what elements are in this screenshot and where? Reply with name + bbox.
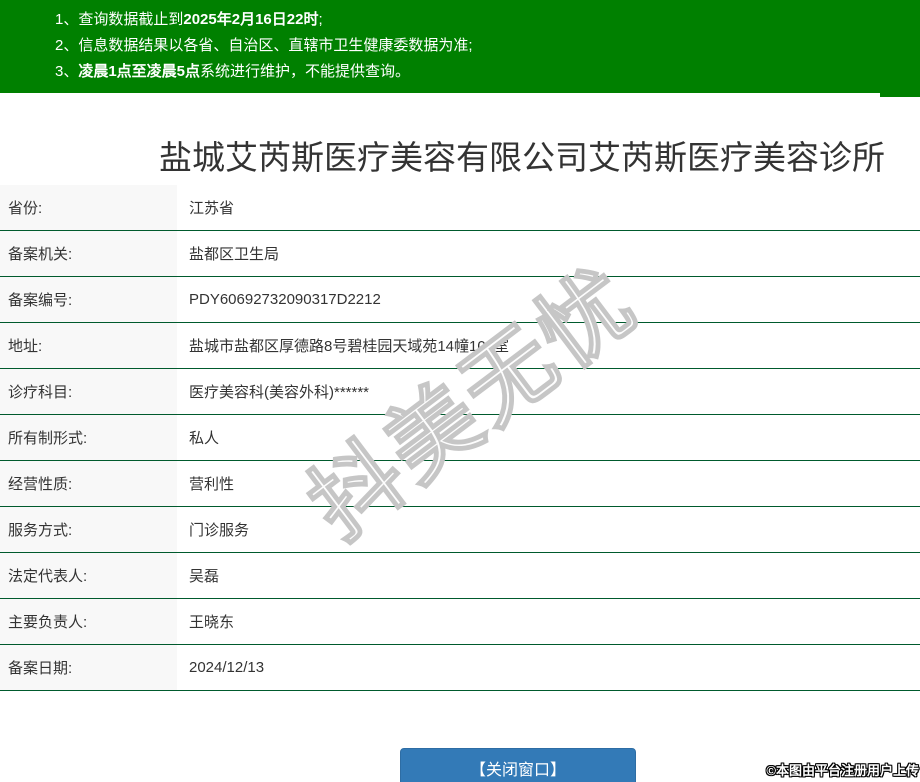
row-label: 备案机关: [0,231,177,276]
table-row-principal: 主要负责人: 王晓东 [0,599,920,645]
table-row-filing-authority: 备案机关: 盐都区卫生局 [0,231,920,277]
banner-overflow-fragment [880,93,920,97]
table-row-address: 地址: 盐城市盐都区厚德路8号碧桂园天域苑14幢103室 [0,323,920,369]
table-row-legal-representative: 法定代表人: 吴磊 [0,553,920,599]
page-title: 盐城艾芮斯医疗美容有限公司艾芮斯医疗美容诊所 [159,139,885,176]
row-label: 主要负责人: [0,599,177,644]
table-row-filing-date: 备案日期: 2024/12/13 [0,645,920,691]
row-label: 备案编号: [0,277,177,322]
notice-line-3: 3、凌晨1点至凌晨5点系统进行维护，不能提供查询。 [55,59,910,85]
row-label: 服务方式: [0,507,177,552]
row-value: 门诊服务 [189,522,250,539]
table-row-business-nature: 经营性质: 营利性 [0,461,920,507]
notice-1-suffix: ; [318,11,323,28]
table-row-service-mode: 服务方式: 门诊服务 [0,507,920,553]
notice-3-number: 3、 [55,63,79,80]
row-value: PDY60692732090317D2212 [189,291,381,308]
table-row-province: 省份: 江苏省 [0,185,920,231]
notice-2-text: 信息数据结果以各省、自治区、直辖市卫生健康委数据为准; [78,37,473,54]
row-value: 吴磊 [189,568,220,585]
info-table: 省份: 江苏省 备案机关: 盐都区卫生局 备案编号: PDY6069273209… [0,185,920,691]
row-label: 法定代表人: [0,553,177,598]
notice-1-text: 查询数据截止到 [78,11,184,28]
row-value: 江苏省 [189,200,235,217]
notice-1-bold: 2025年2月16日22时 [183,11,319,28]
row-label: 省份: [0,185,177,230]
notice-bar: 1、查询数据截止到2025年2月16日22时; 2、信息数据结果以各省、自治区、… [0,0,920,93]
row-value: 营利性 [189,476,235,493]
row-label: 地址: [0,323,177,368]
row-value: 盐城市盐都区厚德路8号碧桂园天域苑14幢103室 [189,338,510,355]
notice-line-2: 2、信息数据结果以各省、自治区、直辖市卫生健康委数据为准; [55,33,910,59]
row-label: 备案日期: [0,645,177,690]
table-row-medical-subjects: 诊疗科目: 医疗美容科(美容外科)****** [0,369,920,415]
close-window-button[interactable]: 【关闭窗口】 [400,748,636,782]
notice-3-bold: 凌晨1点至凌晨5点 [78,63,201,80]
table-row-ownership-form: 所有制形式: 私人 [0,415,920,461]
row-value: 王晓东 [189,614,235,631]
row-value: 私人 [189,430,220,447]
row-value: 2024/12/13 [189,659,265,676]
row-value: 盐都区卫生局 [189,246,280,263]
page: 1、查询数据截止到2025年2月16日22时; 2、信息数据结果以各省、自治区、… [0,0,920,782]
copyright-credit: ©本图由平台注册用户上传 [766,763,919,778]
table-row-filing-number: 备案编号: PDY60692732090317D2212 [0,277,920,323]
notice-3-suffix: 系统进行维护，不能提供查询。 [200,63,411,80]
row-label: 诊疗科目: [0,369,177,414]
row-label: 所有制形式: [0,415,177,460]
notice-line-1: 1、查询数据截止到2025年2月16日22时; [55,7,910,33]
notice-2-number: 2、 [55,37,79,54]
notice-1-number: 1、 [55,11,79,28]
row-label: 经营性质: [0,461,177,506]
row-value: 医疗美容科(美容外科)****** [189,384,370,401]
